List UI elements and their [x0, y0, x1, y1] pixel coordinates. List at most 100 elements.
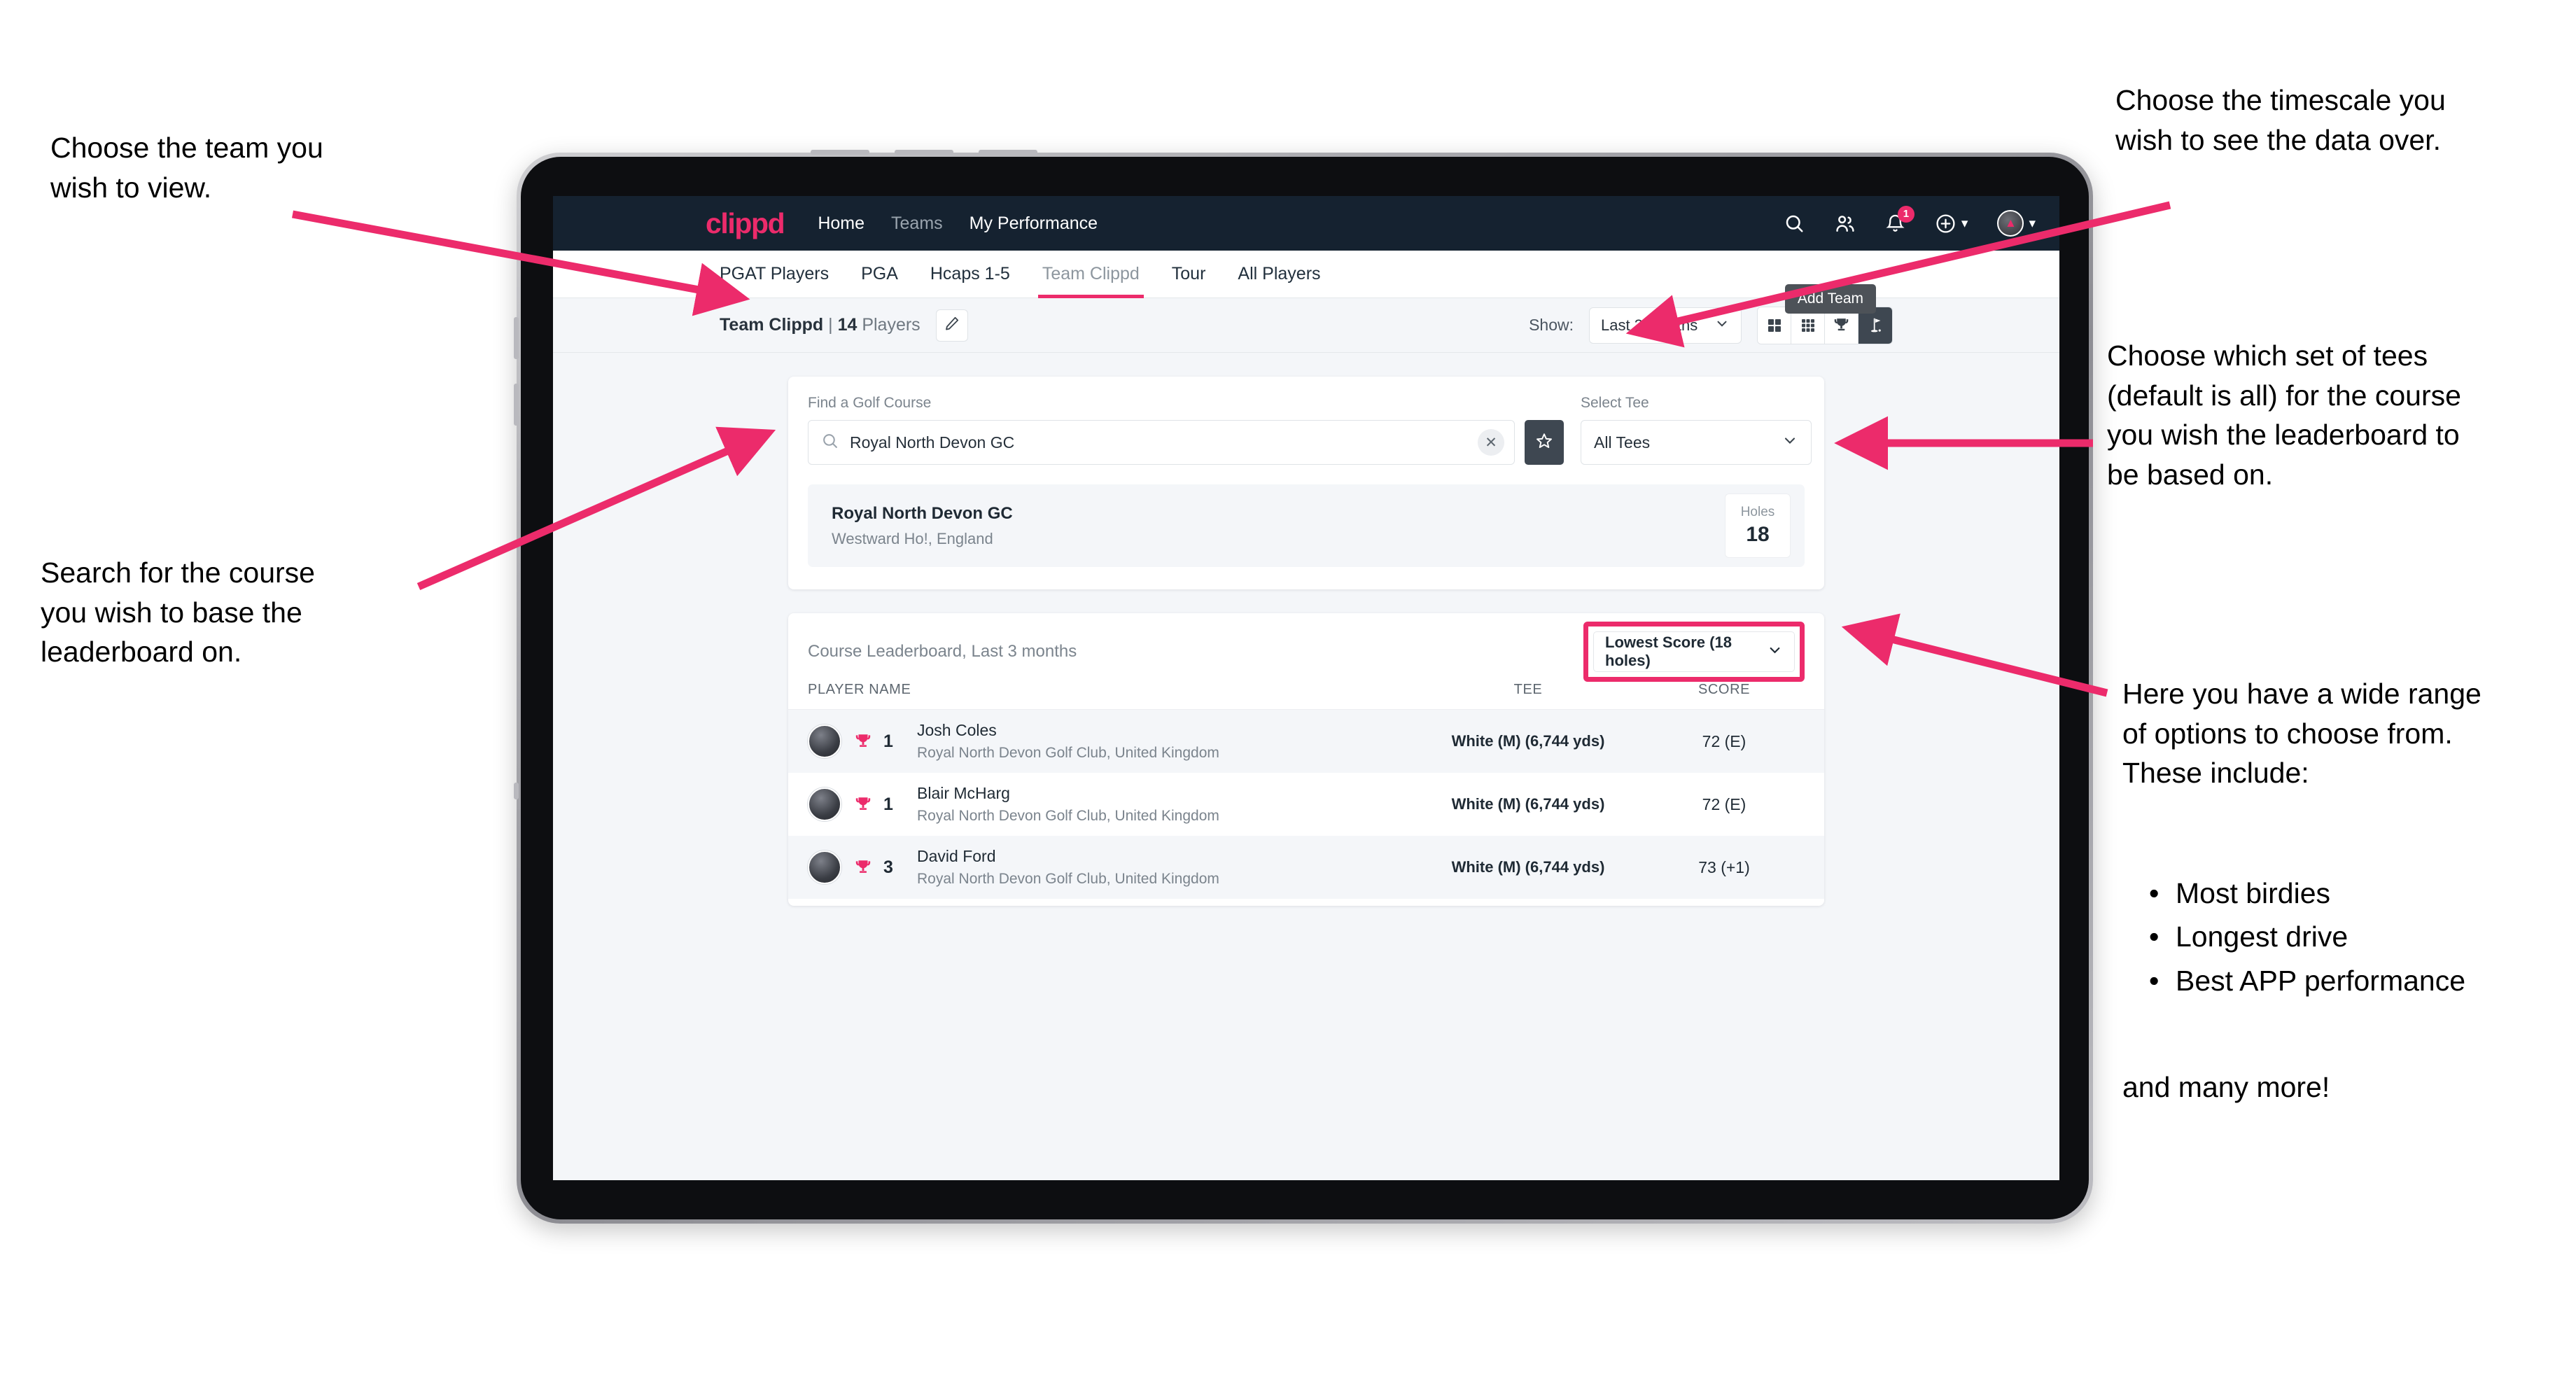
annotation-choose-timescale: Choose the timescale you wish to see the…: [2115, 84, 2446, 156]
row-tee: White (M) (6,744 yds): [1451, 732, 1605, 750]
bell-icon[interactable]: 1: [1885, 205, 1914, 234]
annotation-options-bullets: • Most birdies • Longest drive • Best APP p…: [2149, 872, 2576, 1002]
main-nav: Home Teams My Performance: [818, 214, 1098, 234]
row-player-names: Josh Coles Royal North Devon Golf Club, …: [917, 721, 1219, 762]
course-result-text: Royal North Devon GC Westward Ho!, Engla…: [832, 504, 1013, 548]
leaderboard-title-main: Course Leaderboard,: [808, 642, 967, 661]
row-player-name: David Ford: [917, 847, 996, 865]
find-course-field: Find a Golf Course Royal North Devon GC …: [808, 395, 1564, 465]
tab-tour[interactable]: Tour: [1172, 251, 1206, 298]
device-button-top-2: [895, 150, 953, 155]
row-player-cell: 1 Josh Coles Royal North Devon Golf Club…: [808, 721, 1413, 762]
add-team-tooltip: Add Team: [1784, 284, 1876, 314]
avatar: [808, 724, 841, 758]
plus-circle-icon[interactable]: ▾: [1935, 213, 1968, 234]
avatar: [808, 850, 841, 884]
table-row[interactable]: 3 David Ford Royal North Devon Golf Club…: [788, 836, 1824, 899]
avatar[interactable]: ▲ ▾: [1997, 210, 2036, 237]
bullet-dot: •: [2149, 877, 2160, 909]
timescale-select[interactable]: Last 3 months: [1589, 307, 1742, 344]
app-header: clippd Home Teams My Performance 1 ▾ ▲ ▾: [553, 196, 2059, 251]
tee-select-value: All Tees: [1594, 433, 1651, 451]
chevron-down-icon: [1714, 316, 1730, 335]
edit-team-button[interactable]: [935, 309, 968, 342]
leaderboard-title: Course Leaderboard, Last 3 months: [808, 642, 1077, 662]
avatar: [808, 788, 841, 821]
annotation-search-course: Search for the course you wish to base t…: [41, 556, 315, 668]
nav-item-home[interactable]: Home: [818, 214, 864, 234]
people-icon[interactable]: [1834, 213, 1856, 234]
row-tee: White (M) (6,744 yds): [1451, 858, 1605, 876]
course-search-fields: Find a Golf Course Royal North Devon GC …: [808, 395, 1812, 465]
tee-select[interactable]: All Tees: [1581, 420, 1812, 465]
column-header-tee: TEE: [1513, 682, 1543, 697]
search-icon[interactable]: [1784, 213, 1805, 234]
chevron-down-icon: [1767, 642, 1783, 662]
table-row[interactable]: 1 Josh Coles Royal North Devon Golf Club…: [788, 710, 1824, 773]
annotation-choose-tees: Choose which set of tees (default is all…: [2107, 340, 2461, 491]
chevron-down-icon[interactable]: ▾: [2029, 216, 2036, 232]
tab-pgat-players[interactable]: PGAT Players: [720, 251, 829, 298]
device-button-top-3: [979, 150, 1037, 155]
leaderboard-sort-select[interactable]: Lowest Score (18 holes): [1593, 631, 1795, 672]
leaderboard-sort-value: Lowest Score (18 holes): [1605, 634, 1732, 669]
tab-team-clippd[interactable]: Team Clippd: [1037, 251, 1144, 298]
select-tee-field: Select Tee All Tees: [1581, 395, 1812, 465]
tablet-bezel: clippd Home Teams My Performance 1 ▾ ▲ ▾…: [521, 157, 2089, 1219]
course-result-location: Westward Ho!, England: [832, 529, 993, 547]
main-content: Find a Golf Course Royal North Devon GC …: [553, 353, 2059, 906]
trophy-icon: [854, 858, 872, 876]
nav-item-my-performance[interactable]: My Performance: [969, 214, 1098, 234]
tablet-device: clippd Home Teams My Performance 1 ▾ ▲ ▾…: [514, 150, 2093, 1224]
course-search-card: Find a Golf Course Royal North Devon GC …: [788, 377, 1824, 589]
tab-pga[interactable]: PGA: [861, 251, 898, 298]
team-name: Team Clippd: [720, 315, 824, 335]
row-player-club: Royal North Devon Golf Club, United King…: [917, 871, 1219, 887]
holes-label: Holes: [1740, 505, 1775, 519]
search-input-value: Royal North Devon GC: [850, 433, 1015, 451]
holes-value: 18: [1746, 523, 1770, 546]
device-button-side-2: [514, 384, 519, 426]
tab-all-players[interactable]: All Players: [1238, 251, 1320, 298]
annotation-options-intro: Here you have a wide range of options to…: [2122, 678, 2482, 790]
avatar-image: ▲: [1997, 210, 2024, 237]
bullet-dot: •: [2149, 964, 2160, 997]
close-icon[interactable]: ✕: [1478, 429, 1504, 456]
device-button-top-1: [811, 150, 869, 155]
row-rank: 1: [883, 731, 893, 751]
select-tee-label: Select Tee: [1581, 395, 1649, 411]
team-separator: |: [823, 315, 838, 335]
chevron-down-icon[interactable]: ▾: [1961, 216, 1968, 232]
trophy-icon: [854, 795, 872, 813]
tab-hcaps-1-5[interactable]: Hcaps 1-5: [930, 251, 1010, 298]
header-actions: 1 ▾ ▲ ▾: [1784, 205, 2036, 237]
favourite-button[interactable]: [1525, 420, 1564, 465]
search-icon: [821, 432, 839, 453]
device-button-side-1: [514, 317, 519, 359]
chevron-down-icon: [1782, 432, 1798, 453]
row-tee: White (M) (6,744 yds): [1451, 795, 1605, 813]
course-result-row[interactable]: Royal North Devon GC Westward Ho!, Engla…: [808, 484, 1805, 567]
bullet-dot: •: [2149, 920, 2160, 953]
page-root: Choose the team you wish to view. Search…: [0, 0, 2576, 1386]
row-player-names: Blair McHarg Royal North Devon Golf Club…: [917, 784, 1219, 825]
find-course-input-wrap: Royal North Devon GC ✕: [808, 420, 1564, 465]
nav-item-teams[interactable]: Teams: [891, 214, 943, 234]
row-player-name: Blair McHarg: [917, 784, 1010, 802]
tablet-screen: clippd Home Teams My Performance 1 ▾ ▲ ▾…: [553, 196, 2059, 1180]
trophy-icon: [854, 732, 872, 750]
row-player-name: Josh Coles: [917, 721, 997, 739]
team-players-word: Players: [857, 315, 920, 335]
row-rank: 1: [883, 794, 893, 814]
timescale-value: Last 3 months: [1601, 316, 1698, 334]
bullet-label: Longest drive: [2176, 920, 2348, 953]
annotation-choose-team: Choose the team you wish to view.: [50, 132, 323, 204]
row-player-names: David Ford Royal North Devon Golf Club, …: [917, 847, 1219, 888]
row-player-cell: 1 Blair McHarg Royal North Devon Golf Cl…: [808, 784, 1413, 825]
clippd-logo[interactable]: clippd: [706, 207, 785, 240]
table-row[interactable]: 1 Blair McHarg Royal North Devon Golf Cl…: [788, 773, 1824, 836]
row-score: 72 (E): [1702, 732, 1746, 750]
search-input[interactable]: Royal North Devon GC ✕: [808, 420, 1515, 465]
leaderboard-title-sub: Last 3 months: [966, 642, 1077, 661]
row-rank: 3: [883, 857, 893, 877]
